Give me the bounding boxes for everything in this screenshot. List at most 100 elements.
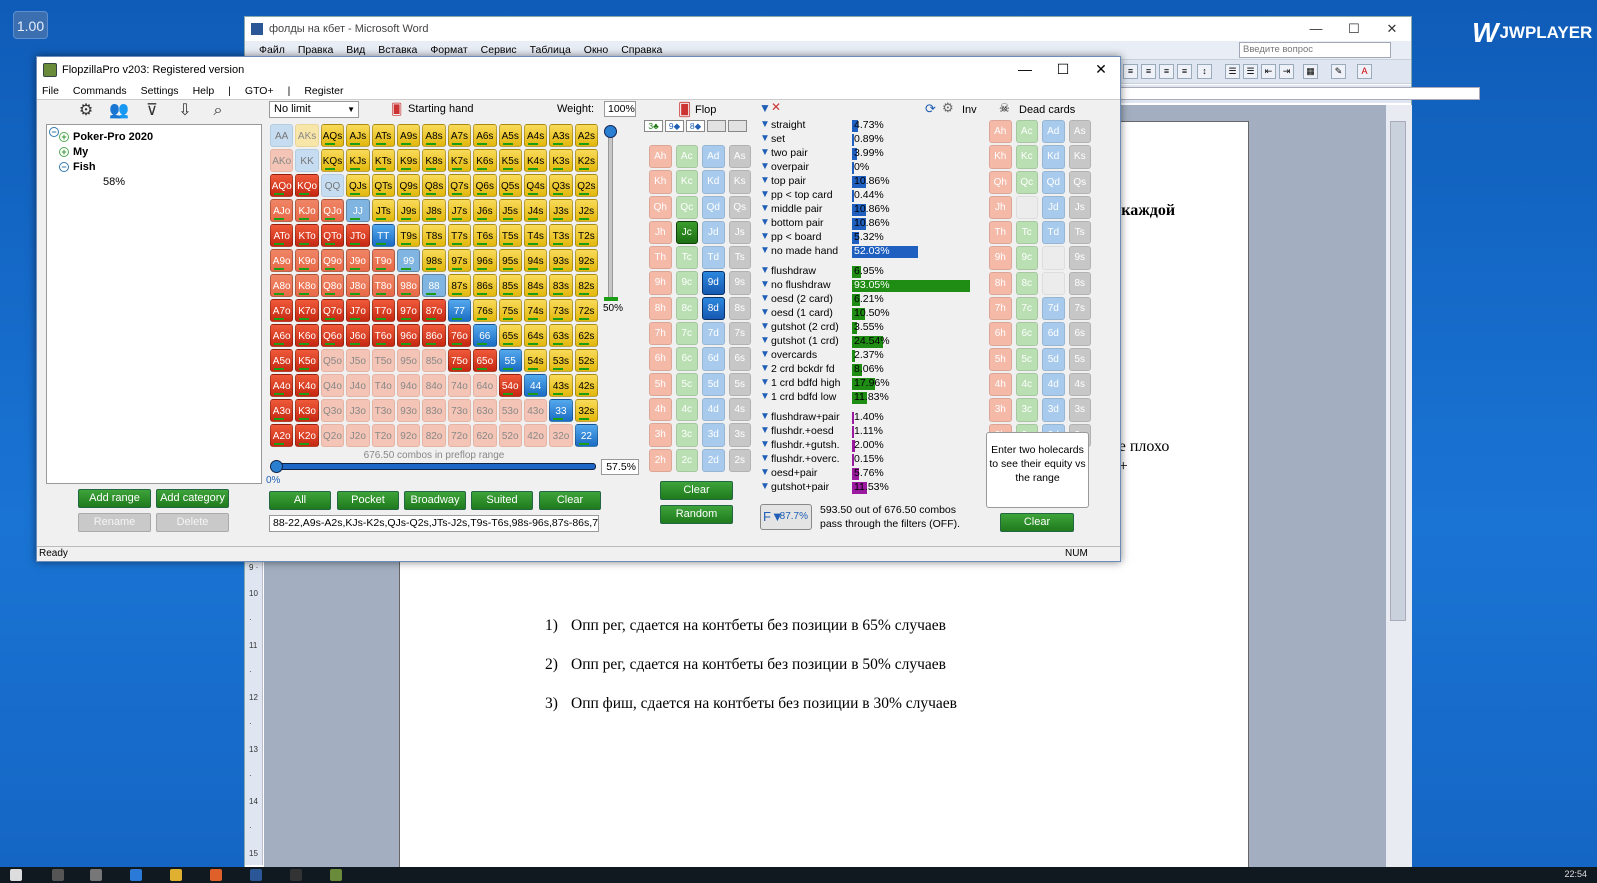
hand-cell[interactable]: J8s — [422, 199, 446, 222]
stat-row[interactable]: ▼ 1 crd bdfd low 11.83% — [757, 391, 987, 405]
board-card[interactable]: Qc — [675, 195, 698, 219]
dead-card[interactable]: Kd — [1042, 145, 1065, 169]
hand-cell[interactable]: 82o — [422, 424, 446, 447]
stat-row[interactable]: ▼ oesd (1 card) 10.50% — [757, 307, 987, 321]
board-card[interactable]: Tc — [675, 246, 698, 270]
edge-icon[interactable] — [130, 869, 142, 881]
hand-cell[interactable]: A4s — [523, 124, 548, 147]
menu-item[interactable]: Help — [193, 85, 215, 97]
hand-cell[interactable]: 84o — [422, 374, 446, 397]
board-card[interactable]: 7s — [728, 322, 751, 346]
hand-cell[interactable]: 95o — [396, 349, 421, 372]
dead-card[interactable]: 9c — [1015, 246, 1038, 270]
hand-cell[interactable]: 54s — [523, 349, 548, 372]
filter-toggle-button[interactable]: F▼ 87.7% — [760, 504, 812, 530]
download-icon[interactable]: ⇩ — [174, 101, 196, 121]
dead-clear-button[interactable]: Clear — [1000, 513, 1074, 532]
justify-button[interactable]: ≡ — [1177, 64, 1192, 79]
dead-card[interactable]: Ks — [1068, 145, 1091, 169]
hand-cell[interactable]: T4s — [523, 224, 548, 247]
word-maximize-button[interactable]: ☐ — [1335, 17, 1373, 41]
hand-cell[interactable]: JTs — [371, 199, 395, 222]
hand-cell[interactable]: 64s — [523, 324, 548, 347]
hand-cell[interactable]: 33 — [549, 399, 573, 422]
word-menu-item[interactable]: Окно — [584, 44, 608, 56]
hand-cell[interactable]: 52o — [498, 424, 522, 447]
board-card[interactable]: 5s — [728, 372, 751, 396]
dead-card[interactable]: Kc — [1015, 145, 1038, 169]
dead-card[interactable]: Jh — [989, 195, 1012, 220]
dead-card[interactable]: Ah — [989, 120, 1012, 144]
hand-cell[interactable]: ATs — [371, 124, 395, 147]
dead-card[interactable]: Qs — [1068, 170, 1091, 194]
bullets-button[interactable]: ☰ — [1243, 64, 1258, 79]
task-view-icon[interactable] — [90, 869, 102, 881]
hand-cell[interactable]: A8o — [270, 274, 294, 297]
stat-row[interactable]: ▼ straight 4.73% — [757, 119, 987, 133]
filter-icon[interactable]: ▼ — [760, 175, 770, 186]
hand-cell[interactable]: KJs — [346, 149, 370, 172]
hand-cell[interactable]: 99 — [396, 249, 421, 272]
board-card[interactable]: 3c — [675, 423, 698, 447]
board-card[interactable]: 4d — [702, 397, 725, 422]
hand-cell[interactable]: J9o — [346, 249, 370, 272]
board-card[interactable]: 3d — [702, 423, 725, 447]
filter-icon[interactable]: ▼ — [760, 377, 770, 388]
range-text-input[interactable]: 88-22,A9s-A2s,KJs-K2s,QJs-Q2s,JTs-J2s,T9… — [269, 515, 599, 532]
hand-cell[interactable]: 85o — [422, 349, 446, 372]
dead-card[interactable]: 3d — [1042, 398, 1065, 422]
weight-slider-knob[interactable] — [604, 125, 617, 138]
filter-icon[interactable]: ▼ — [760, 119, 770, 130]
hand-cell[interactable]: 53s — [549, 349, 573, 372]
filter-icon[interactable]: ▼ — [760, 147, 770, 158]
hand-cell[interactable]: 32s — [574, 399, 599, 422]
hand-cell[interactable]: K6s — [473, 149, 497, 172]
stat-row[interactable]: ▼ oesd (2 card) 6.21% — [757, 293, 987, 307]
flopzilla-maximize-button[interactable]: ☐ — [1044, 57, 1082, 82]
stat-row[interactable]: ▼ set 0.89% — [757, 133, 987, 147]
search-icon[interactable] — [52, 869, 64, 881]
range-percent-input[interactable]: 57.5% — [601, 459, 639, 475]
dead-card[interactable]: Ts — [1068, 221, 1091, 245]
hand-cell[interactable]: 76s — [473, 299, 497, 322]
hand-cell[interactable]: T6s — [473, 224, 497, 247]
hand-cell[interactable]: A6o — [270, 324, 294, 347]
hand-cell[interactable]: AQs — [320, 124, 345, 147]
filter-icon[interactable]: ⊽ — [141, 101, 163, 121]
hand-cell[interactable]: KTo — [295, 224, 319, 247]
board-card[interactable]: Kd — [702, 170, 725, 194]
hand-cell[interactable]: J3o — [346, 399, 370, 422]
hand-cell[interactable]: QQ — [320, 174, 345, 197]
hand-cell[interactable]: T3s — [549, 224, 573, 247]
menu-item[interactable]: Settings — [141, 85, 179, 97]
hand-cell[interactable]: 93s — [549, 249, 573, 272]
collapse-icon[interactable]: − — [59, 162, 69, 172]
add-range-button[interactable]: Add range — [78, 489, 151, 508]
dead-card[interactable]: Ac — [1015, 120, 1038, 144]
board-card[interactable]: Js — [728, 220, 751, 245]
tree-node-poker-pro[interactable]: + Poker-Pro 2020 — [59, 131, 153, 143]
word-menu-item[interactable]: Файл — [259, 44, 285, 56]
hand-cell[interactable]: J2s — [574, 199, 599, 222]
stat-row[interactable]: ▼ no flushdraw 93.05% — [757, 279, 987, 293]
filter-icon[interactable]: ▼ — [760, 189, 770, 200]
dead-card[interactable]: Qh — [989, 170, 1012, 194]
menu-item[interactable]: File — [42, 85, 59, 97]
board-card[interactable]: Ac — [675, 145, 698, 169]
hand-cell[interactable]: T3o — [371, 399, 395, 422]
hand-cell[interactable]: 85s — [498, 274, 522, 297]
board-card[interactable]: Qd — [702, 195, 725, 219]
hand-cell[interactable]: T9s — [396, 224, 421, 247]
board-card[interactable]: 2h — [649, 448, 672, 472]
hand-cell[interactable]: 43o — [523, 399, 548, 422]
hand-cell[interactable]: 97o — [396, 299, 421, 322]
hand-cell[interactable]: K7o — [295, 299, 319, 322]
users-icon[interactable]: 👥 — [108, 101, 130, 121]
numbering-button[interactable]: ☰ — [1225, 64, 1240, 79]
settings-gear-icon[interactable]: ⚙ — [942, 100, 954, 116]
board-card[interactable]: 9d — [702, 271, 725, 295]
hand-cell[interactable]: 74s — [523, 299, 548, 322]
board-card[interactable]: 4h — [649, 397, 672, 422]
hand-cell[interactable]: 43s — [549, 374, 573, 397]
hand-cell[interactable]: J4s — [523, 199, 548, 222]
